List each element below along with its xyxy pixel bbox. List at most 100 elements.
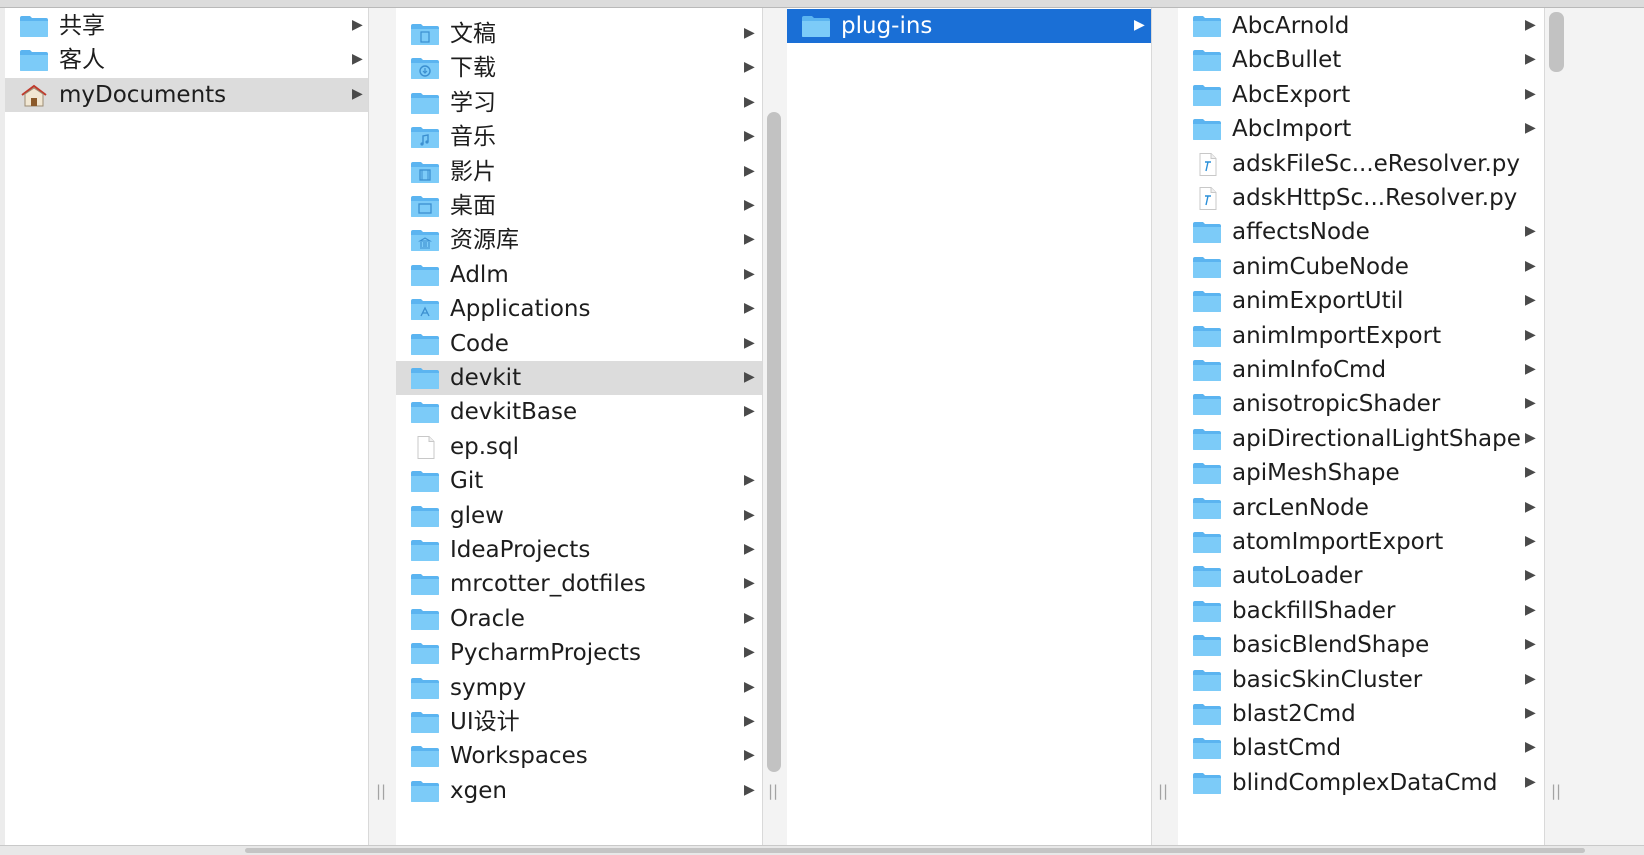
list-item[interactable]: devkitBase ▶ [396, 395, 762, 429]
item-label: xgen [450, 777, 507, 804]
folder-icon [1192, 497, 1222, 520]
item-label: 学习 [450, 89, 496, 116]
folder-icon [1192, 393, 1222, 416]
chevron-right-icon: ▶ [744, 300, 755, 317]
list-item[interactable]: Adlm ▶ [396, 258, 762, 292]
folder-icon [1192, 565, 1222, 588]
chevron-right-icon: ▶ [1525, 17, 1536, 33]
list-item[interactable]: 共享 ▶ [5, 9, 368, 43]
list-item[interactable]: xgen ▶ [396, 774, 762, 808]
chevron-right-icon: ▶ [1525, 773, 1536, 790]
item-label: 桌面 [450, 193, 496, 219]
list-item[interactable]: mrcotter_dotfiles ▶ [396, 567, 762, 601]
folder-icon [410, 539, 440, 562]
list-item[interactable]: Workspaces ▶ [396, 739, 762, 773]
list-item[interactable]: autoLoader ▶ [1178, 559, 1544, 593]
list-item[interactable]: animInfoCmd ▶ [1178, 353, 1544, 387]
column-2[interactable]: 文稿 ▶ 下载 ▶ 学习 ▶ 音乐 ▶ 影片 ▶ 桌面 ▶ 资源库 ▶ Adlm ▶ Applications ▶… [396, 8, 762, 845]
column-4-scrollbar-thumb[interactable] [1549, 12, 1564, 72]
column-1[interactable]: 共享 ▶ 客人 ▶ myDocuments ▶ [5, 8, 368, 845]
list-item[interactable]: animCubeNode ▶ [1178, 250, 1544, 284]
chevron-right-icon: ▶ [744, 644, 755, 661]
list-item[interactable]: atomImportExport ▶ [1178, 525, 1544, 559]
list-item[interactable]: Applications ▶ [396, 292, 762, 326]
chevron-right-icon: ▶ [352, 17, 363, 33]
item-label: 下载 [450, 55, 496, 82]
list-item[interactable]: arcLenNode ▶ [1178, 491, 1544, 525]
list-item[interactable]: myDocuments ▶ [5, 77, 368, 112]
item-label: Oracle [450, 605, 525, 632]
list-item[interactable]: 资源库 ▶ [396, 223, 762, 257]
column-resize-handle[interactable]: || [376, 782, 386, 800]
list-item[interactable]: glew ▶ [396, 499, 762, 533]
list-item[interactable]: blastCmd ▶ [1178, 731, 1544, 765]
list-item[interactable]: AbcBullet ▶ [1178, 43, 1544, 77]
item-label: 客人 [59, 47, 105, 74]
list-item[interactable]: adskHttpSc...Resolver.py [1178, 181, 1544, 215]
chevron-right-icon: ▶ [744, 128, 755, 145]
folder-icon [410, 780, 440, 803]
chevron-right-icon: ▶ [744, 472, 755, 489]
list-item[interactable]: adskFileSc...eResolver.py [1178, 147, 1544, 181]
list-item[interactable]: apiMeshShape ▶ [1178, 456, 1544, 490]
chevron-right-icon: ▶ [744, 231, 755, 248]
chevron-right-icon: ▶ [1525, 85, 1536, 102]
list-item[interactable]: Git ▶ [396, 464, 762, 498]
column-3-divider[interactable]: || [1151, 8, 1180, 845]
list-item[interactable]: Oracle ▶ [396, 602, 762, 636]
list-item[interactable]: IdeaProjects ▶ [396, 533, 762, 567]
chevron-right-icon: ▶ [1525, 395, 1536, 412]
list-item[interactable]: 影片 ▶ [396, 155, 762, 189]
list-item[interactable]: sympy ▶ [396, 671, 762, 705]
column-2-scrollbar-thumb[interactable] [767, 112, 781, 772]
item-label: devkitBase [450, 399, 578, 426]
column-resize-handle[interactable]: || [768, 782, 778, 800]
list-item[interactable]: animExportUtil ▶ [1178, 284, 1544, 318]
list-item[interactable]: AbcArnold ▶ [1178, 9, 1544, 43]
list-item[interactable]: apiDirectionalLightShape ▶ [1178, 422, 1544, 456]
item-label: basicBlendShape [1232, 632, 1430, 659]
list-item[interactable]: basicBlendShape ▶ [1178, 628, 1544, 662]
item-label: AbcExport [1232, 81, 1351, 108]
chevron-right-icon: ▶ [744, 781, 755, 798]
list-item[interactable]: backfillShader ▶ [1178, 594, 1544, 628]
list-item[interactable]: 下载 ▶ [396, 51, 762, 85]
list-item[interactable]: plug-ins ▶ [787, 9, 1151, 43]
list-item[interactable]: AbcExport ▶ [1178, 78, 1544, 112]
folder-icon [1192, 462, 1222, 485]
list-item[interactable]: devkit ▶ [396, 361, 762, 395]
column-1-divider[interactable]: || [368, 8, 397, 845]
list-item[interactable]: Code ▶ [396, 327, 762, 361]
column-3[interactable]: plug-ins ▶ [787, 8, 1151, 845]
folder-icon [410, 470, 440, 493]
list-item[interactable]: 桌面 ▶ [396, 189, 762, 223]
list-item[interactable]: 客人 ▶ [5, 43, 368, 77]
list-item[interactable]: 文稿 ▶ [396, 17, 762, 51]
list-item[interactable]: ep.sql [396, 430, 762, 464]
folder-icon [410, 505, 440, 528]
list-item[interactable]: AbcImport ▶ [1178, 112, 1544, 146]
horizontal-scrollbar-thumb[interactable] [245, 848, 1585, 853]
list-item[interactable]: 音乐 ▶ [396, 120, 762, 154]
item-label: 音乐 [450, 124, 496, 151]
list-item[interactable]: blast2Cmd ▶ [1178, 697, 1544, 731]
list-item[interactable]: affectsNode ▶ [1178, 215, 1544, 249]
item-label: blindComplexDataCmd [1232, 769, 1498, 796]
column-resize-handle[interactable]: || [1551, 782, 1561, 800]
list-item[interactable]: UI设计 ▶ [396, 705, 762, 739]
list-item[interactable]: anisotropicShader ▶ [1178, 387, 1544, 421]
chevron-right-icon: ▶ [1525, 567, 1536, 584]
column-resize-handle[interactable]: || [1158, 782, 1168, 800]
list-item[interactable]: animImportExport ▶ [1178, 319, 1544, 353]
list-item[interactable]: PycharmProjects ▶ [396, 636, 762, 670]
list-item[interactable]: 学习 ▶ [396, 86, 762, 120]
column-4-divider[interactable]: || [1544, 8, 1644, 845]
item-label: apiDirectionalLightShape [1232, 425, 1521, 452]
list-item[interactable]: basicSkinCluster ▶ [1178, 663, 1544, 697]
list-item[interactable]: blindComplexDataCmd ▶ [1178, 766, 1544, 800]
item-label: Adlm [450, 261, 509, 288]
chevron-right-icon: ▶ [744, 713, 755, 729]
column-4[interactable]: AbcArnold ▶ AbcBullet ▶ AbcExport ▶ AbcImport ▶… [1178, 8, 1544, 845]
item-label: basicSkinCluster [1232, 666, 1423, 693]
item-label: blastCmd [1232, 735, 1342, 762]
